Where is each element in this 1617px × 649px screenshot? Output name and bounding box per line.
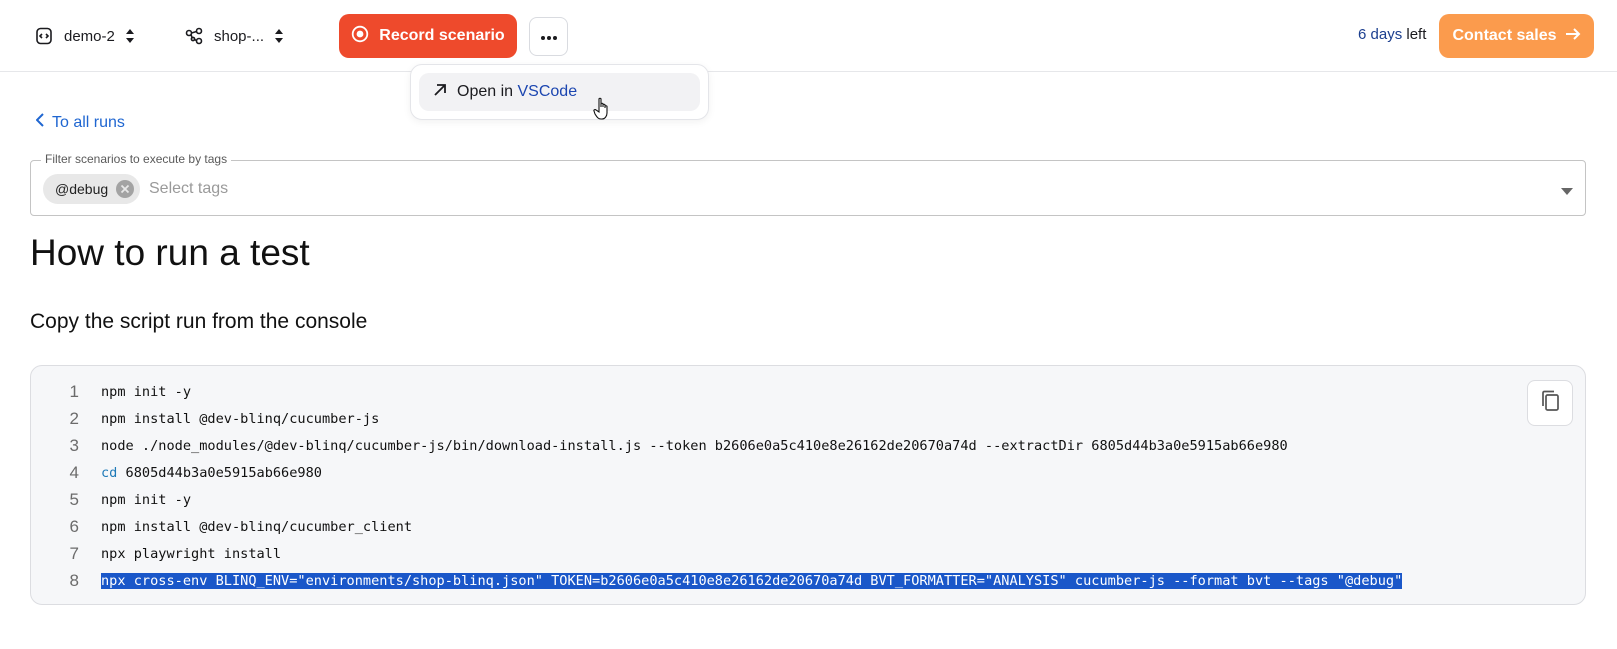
tag-search-input[interactable] xyxy=(149,174,1529,204)
code-lines: 1 npm init -y 2 npm install @dev-blinq/c… xyxy=(31,378,1403,594)
code-block: 1 npm init -y 2 npm install @dev-blinq/c… xyxy=(30,365,1586,605)
open-in-prefix: Open in xyxy=(457,83,514,100)
tag-filter-legend: Filter scenarios to execute by tags xyxy=(41,152,232,166)
line-number: 7 xyxy=(69,543,79,563)
more-options-button[interactable] xyxy=(529,17,568,56)
line-number: 1 xyxy=(69,381,79,401)
code-text: npm install @dev-blinq/cucumber-js xyxy=(101,410,380,427)
open-in-app: VSCode xyxy=(517,83,578,100)
tag-chip-label: @debug xyxy=(55,181,109,197)
remove-tag-icon[interactable] xyxy=(116,180,135,198)
back-to-all-runs-link[interactable]: To all runs xyxy=(35,113,125,132)
code-text: 6805d44b3a0e5915ab66e980 xyxy=(117,464,322,481)
line-number: 6 xyxy=(69,516,79,536)
code-line: 6 npm install @dev-blinq/cucumber_client xyxy=(31,513,1402,540)
chevron-left-icon xyxy=(35,113,44,132)
trial-remaining: 6 days left xyxy=(1358,26,1426,43)
contact-sales-label: Contact sales xyxy=(1452,27,1557,44)
trial-suffix: left xyxy=(1406,26,1427,43)
selected-code-text: npx cross-env BLINQ_ENV="environments/sh… xyxy=(101,572,1403,589)
code-line: 3 node ./node_modules/@dev-blinq/cucumbe… xyxy=(31,432,1402,459)
code-text: npm install @dev-blinq/cucumber_client xyxy=(101,518,412,535)
arrow-up-right-icon xyxy=(433,83,447,102)
project-name: demo-2 xyxy=(64,27,115,45)
code-line: 7 npx playwright install xyxy=(31,540,1402,567)
trial-days: 6 days xyxy=(1358,26,1403,43)
arrow-right-icon xyxy=(1565,27,1581,46)
line-number: 8 xyxy=(69,570,79,590)
contact-sales-button[interactable]: Contact sales xyxy=(1439,14,1594,58)
back-link-label: To all runs xyxy=(52,113,125,131)
line-number: 3 xyxy=(69,435,79,455)
code-line: 5 npm init -y xyxy=(31,486,1402,513)
line-number: 2 xyxy=(69,408,79,428)
dropdown-caret-icon[interactable] xyxy=(1561,182,1573,200)
record-scenario-label: Record scenario xyxy=(379,27,505,44)
environment-name: shop-... xyxy=(214,27,265,45)
copy-icon xyxy=(1540,390,1560,417)
code-keyword: cd xyxy=(101,464,118,481)
code-line: 1 npm init -y xyxy=(31,378,1402,405)
code-line: 2 npm install @dev-blinq/cucumber-js xyxy=(31,405,1402,432)
code-text: npm init -y xyxy=(101,491,192,508)
environment-nodes-icon xyxy=(184,26,204,46)
tag-filter-field[interactable]: Filter scenarios to execute by tags @deb… xyxy=(30,152,1586,216)
code-line-selected: 8 npx cross-env BLINQ_ENV="environments/… xyxy=(31,567,1403,594)
top-bar: demo-2 shop-... Record scenario 6 days l… xyxy=(0,0,1617,72)
chevron-updown-icon xyxy=(125,27,135,45)
project-code-icon xyxy=(34,26,54,46)
record-scenario-button[interactable]: Record scenario xyxy=(339,14,517,58)
code-text: npm init -y xyxy=(101,383,192,400)
tag-chip: @debug xyxy=(43,174,141,204)
more-options-menu: Open in VSCode xyxy=(410,64,709,120)
code-line: 4 cd 6805d44b3a0e5915ab66e980 xyxy=(31,459,1402,486)
code-text: npx playwright install xyxy=(101,545,282,562)
environment-selector[interactable]: shop-... xyxy=(184,20,284,52)
copy-code-button[interactable] xyxy=(1527,380,1573,426)
section-subtitle: Copy the script run from the console xyxy=(30,310,368,333)
line-number: 5 xyxy=(69,489,79,509)
page-title: How to run a test xyxy=(30,232,310,273)
line-number: 4 xyxy=(69,462,79,482)
hand-cursor-icon xyxy=(593,97,611,126)
ellipsis-icon xyxy=(540,28,558,46)
record-icon xyxy=(351,25,369,48)
chevron-updown-icon xyxy=(274,27,284,45)
open-in-vscode-item[interactable]: Open in VSCode xyxy=(419,73,700,111)
project-selector[interactable]: demo-2 xyxy=(34,20,135,52)
code-text: node ./node_modules/@dev-blinq/cucumber-… xyxy=(101,437,1288,454)
open-in-label: Open in VSCode xyxy=(457,83,577,101)
